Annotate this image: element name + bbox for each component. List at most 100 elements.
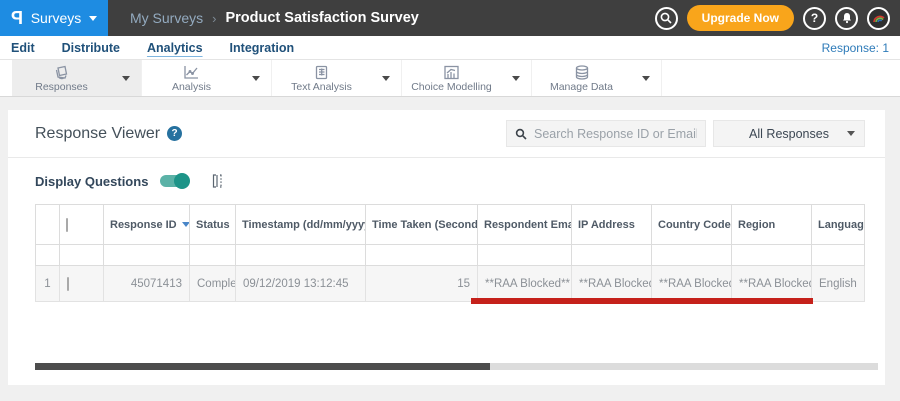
filter-cell-response-id[interactable] (103, 244, 190, 266)
toolbar-item-analysis[interactable]: Analysis (142, 60, 272, 96)
col-respondent-email-label: Respondent Email (484, 218, 572, 231)
region-cell: **RAA Blocked** (731, 265, 812, 302)
timestamp-cell: 09/12/2019 13:12:45 (235, 265, 366, 302)
breadcrumb: My Surveys › Product Satisfaction Survey (130, 0, 419, 36)
col-response-id-label: Response ID (110, 218, 177, 231)
title-help-button[interactable]: ? (167, 126, 183, 141)
col-region-label: Region (738, 218, 776, 231)
response-search-input[interactable] (534, 126, 697, 141)
chevron-down-icon (252, 75, 260, 81)
responses-filter-dropdown[interactable]: All Responses (713, 120, 865, 147)
page-title-text: Response Viewer (35, 124, 161, 142)
table-header-row: Response ID Status Timestamp (dd/mm/yyyy… (35, 204, 865, 245)
toolbar-manage-data-dropdown[interactable] (631, 60, 661, 96)
chevron-down-icon (847, 131, 855, 136)
breadcrumb-separator: › (212, 10, 217, 26)
tab-distribute[interactable]: Distribute (62, 41, 120, 55)
filter-cell-language[interactable] (811, 244, 865, 266)
toolbar-analysis-label: Analysis (171, 81, 212, 93)
col-country-code[interactable]: Country Code (651, 204, 732, 245)
chevron-down-icon (122, 75, 130, 81)
display-questions-toggle[interactable] (160, 173, 191, 189)
col-select-all[interactable] (59, 204, 104, 245)
filter-cell-timestamp[interactable] (235, 244, 366, 266)
response-search-box[interactable] (506, 120, 706, 147)
manage-data-icon (575, 65, 588, 80)
toolbar-choice-modelling-label: Choice Modelling (411, 81, 492, 93)
toolbar-choice-modelling-main: Choice Modelling (402, 60, 501, 96)
col-region[interactable]: Region (731, 204, 812, 245)
panel-header-actions: All Responses (506, 120, 865, 147)
avatar-rainbow-logo-icon (872, 15, 885, 23)
filter-cell-region[interactable] (731, 244, 812, 266)
toolbar-item-responses[interactable]: Responses (12, 60, 142, 96)
global-search-button[interactable] (654, 6, 678, 30)
bell-icon (842, 13, 851, 24)
notifications-button[interactable] (835, 6, 858, 30)
select-all-checkbox[interactable] (66, 217, 68, 232)
user-avatar[interactable] (867, 6, 890, 30)
col-timestamp[interactable]: Timestamp (dd/mm/yyyy) (235, 204, 366, 245)
col-ip-address[interactable]: IP Address (571, 204, 652, 245)
responses-table: Response ID Status Timestamp (dd/mm/yyyy… (35, 204, 865, 302)
tab-edit[interactable]: Edit (11, 41, 35, 55)
row-number-cell: 1 (35, 265, 60, 302)
toolbar-item-manage-data[interactable]: Manage Data (532, 60, 662, 96)
toolbar-responses-main: Responses (12, 60, 111, 96)
toolbar-responses-dropdown[interactable] (111, 60, 141, 96)
pin-columns-button[interactable] (210, 173, 226, 189)
status-cell: Completed (189, 265, 236, 302)
country-code-cell: **RAA Blocked** (651, 265, 732, 302)
col-time-taken-label: Time Taken (Seconds) (372, 218, 478, 231)
responses-icon (55, 65, 68, 80)
toolbar-text-analysis-dropdown[interactable] (371, 60, 401, 96)
text-analysis-icon (315, 65, 328, 80)
chevron-down-icon (642, 75, 650, 81)
toolbar-analysis-dropdown[interactable] (241, 60, 271, 96)
chevron-down-icon (89, 15, 98, 21)
col-response-id[interactable]: Response ID (103, 204, 190, 245)
header-actions: Upgrade Now ? (654, 0, 900, 36)
col-respondent-email[interactable]: Respondent Email (477, 204, 572, 245)
filter-cell-status[interactable] (189, 244, 236, 266)
toolbar-manage-data-main: Manage Data (532, 60, 631, 96)
time-taken-cell: 15 (365, 265, 478, 302)
col-status[interactable]: Status (189, 204, 236, 245)
response-viewer-page: { "header": { "logo_glyph": "P", "produc… (0, 0, 900, 401)
response-count-badge: Response: 1 (821, 40, 889, 55)
respondent-email-cell: **RAA Blocked** (477, 265, 572, 302)
col-row-number (35, 204, 60, 245)
col-language-label: Language (818, 218, 864, 231)
col-ip-address-label: IP Address (578, 218, 635, 231)
filter-cell-country-code[interactable] (651, 244, 732, 266)
tab-integration[interactable]: Integration (230, 41, 295, 55)
question-mark-icon: ? (810, 11, 819, 25)
row-checkbox[interactable] (67, 276, 69, 291)
breadcrumb-current-survey: Product Satisfaction Survey (225, 10, 419, 26)
col-time-taken[interactable]: Time Taken (Seconds) (365, 204, 478, 245)
filter-row (35, 244, 865, 266)
top-header-bar: P Surveys My Surveys › Product Satisfact… (0, 0, 900, 36)
row-select-cell[interactable] (59, 265, 104, 302)
toolbar-choice-modelling-dropdown[interactable] (501, 60, 531, 96)
horizontal-scrollbar-track[interactable] (35, 363, 878, 370)
product-switcher[interactable]: P Surveys (0, 0, 108, 36)
tab-analytics[interactable]: Analytics (147, 41, 203, 55)
horizontal-scrollbar-thumb[interactable] (35, 363, 490, 370)
toolbar-item-text-analysis[interactable]: Text Analysis (272, 60, 402, 96)
filter-cell-ip-address[interactable] (571, 244, 652, 266)
response-id-cell[interactable]: 45071413 (103, 265, 190, 302)
toolbar-item-choice-modelling[interactable]: Choice Modelling (402, 60, 532, 96)
col-country-code-label: Country Code (658, 218, 731, 231)
filter-cell-time-taken[interactable] (365, 244, 478, 266)
sort-desc-icon (181, 222, 189, 228)
help-button[interactable]: ? (803, 6, 826, 30)
filter-cell-respondent-email[interactable] (477, 244, 572, 266)
upgrade-now-button[interactable]: Upgrade Now (686, 5, 794, 31)
analysis-icon (184, 66, 198, 79)
toolbar-manage-data-label: Manage Data (549, 81, 614, 93)
language-cell: English (811, 265, 865, 302)
col-language[interactable]: Language (811, 204, 865, 245)
search-icon (515, 128, 527, 140)
breadcrumb-my-surveys[interactable]: My Surveys (130, 10, 203, 26)
